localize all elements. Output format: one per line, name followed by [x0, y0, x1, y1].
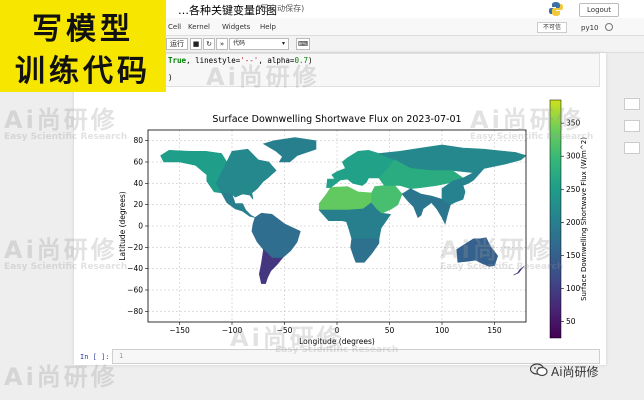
run-button[interactable]: 运行 — [166, 38, 188, 50]
code-token: , alpha= — [258, 56, 295, 65]
side-scroll-button[interactable] — [624, 98, 640, 110]
x-axis-label: Longitude (degrees) — [299, 337, 375, 346]
colorbar-tick-label: 100 — [566, 284, 581, 293]
empty-code-cell[interactable] — [112, 349, 600, 364]
code-token: ) — [307, 56, 313, 65]
x-tick-label: 0 — [335, 326, 340, 335]
y-tick-label: 20 — [133, 200, 143, 209]
menu-item-help[interactable]: Help — [260, 23, 276, 31]
promo-banner: 写模型 训练代码 — [0, 0, 166, 92]
x-tick-label: 100 — [435, 326, 450, 335]
colorbar-ticks: 50 100 150 200 250 300 350 — [561, 119, 581, 326]
keyboard-icon: ⌨ — [297, 40, 309, 48]
x-tick-label: −100 — [222, 326, 243, 335]
code-token: , linestyle= — [186, 56, 241, 65]
banner-line: 写模型 — [32, 12, 134, 47]
code-token-number: 0.7 — [294, 56, 308, 65]
fast-forward-button[interactable]: » — [216, 38, 228, 50]
code-line: ) — [168, 73, 173, 82]
autosave-status: (已自动保存) — [258, 4, 305, 13]
colorbar-label: Surface Downwelling Shortwave Flux (W/m^… — [580, 137, 588, 301]
kernel-name: py10 — [581, 24, 599, 32]
colorbar-tick-label: 150 — [566, 251, 581, 260]
trusted-badge[interactable]: 不可信 — [537, 22, 567, 33]
restart-button[interactable]: ↻ — [203, 38, 215, 50]
cell-prompt: In [ ]: — [80, 353, 110, 361]
wechat-icon — [530, 363, 548, 377]
x-tick-label: 50 — [385, 326, 395, 335]
chart-title: Surface Downwelling Shortwave Flux on 20… — [212, 114, 461, 125]
chevron-down-icon: ▾ — [281, 40, 285, 47]
colorbar-tick-label: 50 — [566, 317, 576, 326]
menu-item-cell[interactable]: Cell — [168, 23, 181, 31]
side-scroll-button[interactable] — [624, 142, 640, 154]
cell-line-number: 1 — [119, 352, 124, 360]
cell-type-select[interactable]: 代码 ▾ — [229, 38, 289, 50]
y-tick-label: 0 — [138, 222, 143, 231]
colorbar-tick-label: 250 — [566, 185, 581, 194]
stop-button[interactable]: ■ — [190, 38, 202, 50]
menu-item-widgets[interactable]: Widgets — [222, 23, 250, 31]
x-tick-label: −50 — [277, 326, 293, 335]
x-tick-label: 150 — [487, 326, 502, 335]
fast-forward-icon: » — [219, 40, 225, 48]
colorbar-tick-label: 200 — [566, 218, 581, 227]
restart-icon: ↻ — [206, 40, 212, 48]
y-tick-label: 60 — [133, 158, 143, 167]
banner-line: 训练代码 — [15, 54, 151, 89]
y-tick-label: 80 — [133, 136, 143, 145]
code-line: True, linestyle='--', alpha=0.7) — [168, 56, 313, 65]
y-tick-label: −20 — [127, 243, 143, 252]
code-token-string: '--' — [240, 56, 259, 65]
y-tick-label: −80 — [127, 307, 143, 316]
colorbar — [549, 99, 562, 339]
wechat-account-label: Ai尚研修 — [551, 365, 599, 379]
code-token-keyword: True — [168, 56, 187, 65]
x-axis: −150 −100 −50 0 50 100 150 — [169, 322, 502, 335]
colorbar-tick-label: 300 — [566, 152, 581, 161]
keyboard-button[interactable]: ⌨ — [296, 38, 310, 50]
y-tick-label: 40 — [133, 179, 143, 188]
x-tick-label: −150 — [169, 326, 190, 335]
colorbar-tick-label: 350 — [566, 119, 581, 128]
y-axis-label: Latitude (degrees) — [118, 191, 127, 260]
y-tick-label: −60 — [127, 286, 143, 295]
flux-chart: Surface Downwelling Shortwave Flux on 20… — [118, 99, 588, 346]
y-tick-label: −40 — [127, 264, 143, 273]
y-axis: −80 −60 −40 −20 0 20 40 60 80 — [127, 136, 148, 316]
cell-type-value: 代码 — [233, 40, 246, 47]
menu-item-kernel[interactable]: Kernel — [188, 23, 210, 31]
side-scroll-button[interactable] — [624, 120, 640, 132]
kernel-status-icon — [605, 23, 613, 31]
logout-button[interactable]: Logout — [579, 3, 619, 17]
python-logo-icon — [549, 2, 563, 16]
stop-icon: ■ — [192, 40, 200, 48]
